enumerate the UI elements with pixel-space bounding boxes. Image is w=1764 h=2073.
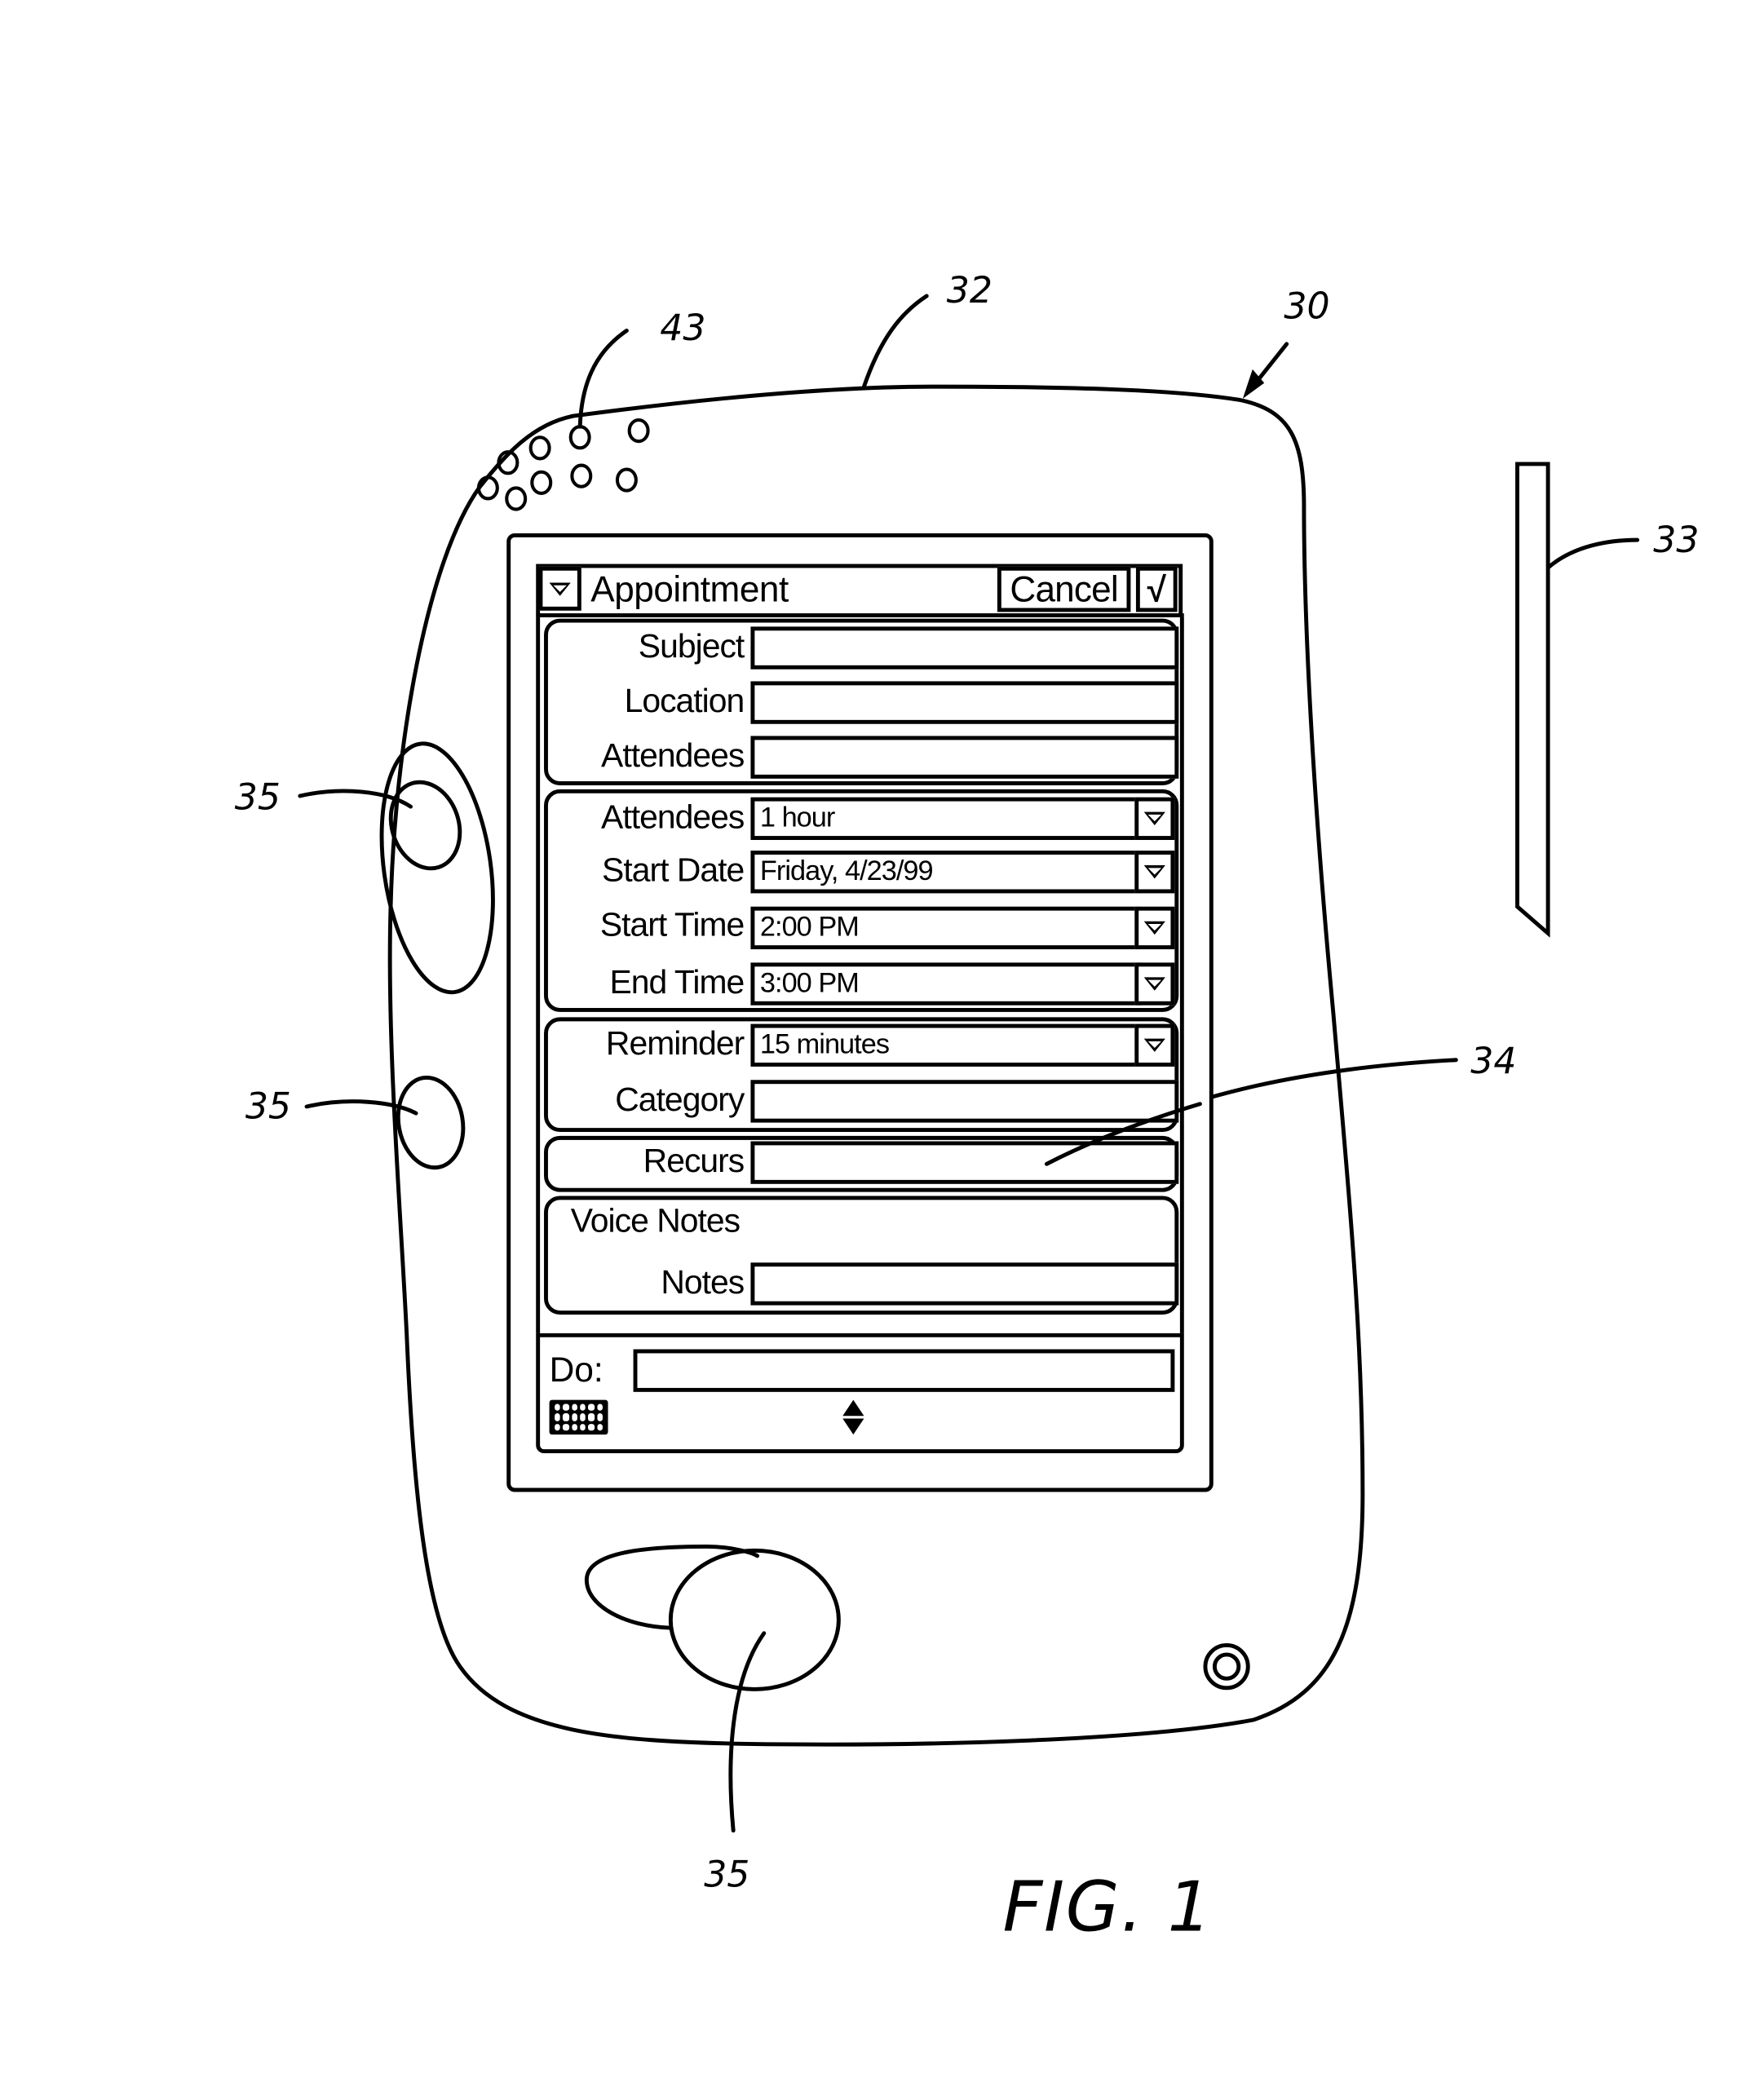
ref-numeral-buttons-middle: 35 [245,1086,291,1129]
window-title: Appointment [590,569,789,610]
leader-32 [861,294,929,389]
duration-dropdown-button[interactable] [1134,797,1175,840]
figure-label: FIG. 1 [1002,1867,1214,1948]
do-label: Do: [549,1349,603,1390]
ref-numeral-buttons-upper: 35 [234,777,281,819]
ref-numeral-stylus: 33 [1653,519,1700,562]
patent-figure: 43 32 30 33 35 35 34 35 FIG. 1 Appointme… [0,0,1764,2073]
keyboard-icon[interactable] [549,1399,608,1435]
reminder-select[interactable]: 15 minutes [750,1023,1142,1067]
reminder-dropdown-button[interactable] [1134,1023,1175,1067]
start-time-dropdown-button[interactable] [1134,906,1175,950]
bottom-round-button [668,1548,841,1691]
ref-numeral-speaker: 43 [660,307,706,350]
speaker-hole [505,486,528,511]
leader-35-bottom [728,1631,767,1833]
indicator-inner-ring [1212,1652,1241,1681]
field-label-location: Location [624,683,745,720]
scroll-down-arrow-icon[interactable] [842,1418,864,1435]
end-time-select[interactable]: 3:00 PM [750,962,1142,1006]
triangle-down-icon [1143,921,1165,935]
speaker-grille [476,418,650,511]
subject-input[interactable] [750,626,1179,670]
field-label-category: Category [615,1081,745,1119]
notes-input[interactable] [750,1262,1179,1306]
speaker-hole [568,425,591,450]
leader-33 [1547,537,1640,569]
field-label-end-time: End Time [609,964,745,1001]
recurs-input[interactable] [750,1141,1179,1184]
speaker-hole [627,418,650,444]
category-input[interactable] [750,1080,1179,1123]
triangle-down-icon [1143,811,1165,826]
end-time-dropdown-button[interactable] [1134,962,1175,1006]
ref-numeral-device: 30 [1284,286,1330,329]
field-label-subject: Subject [638,628,745,665]
scroll-up-down-icon[interactable] [840,1397,867,1437]
start-date-dropdown-button[interactable] [1134,851,1175,894]
field-label-notes: Notes [661,1263,745,1302]
start-time-select[interactable]: 2:00 PM [750,906,1142,950]
ref-numeral-display: 34 [1470,1041,1517,1083]
attendees-input[interactable] [750,736,1179,779]
speaker-hole [530,470,553,495]
ok-checkmark-button[interactable]: √ [1135,566,1178,612]
duration-select[interactable]: 1 hour [750,797,1142,840]
field-label-recurs: Recurs [643,1143,745,1180]
do-command-input[interactable] [633,1349,1175,1392]
location-input[interactable] [750,681,1179,724]
field-label-attendees: Attendees [601,737,745,775]
ref-numeral-buttons-bottom: 35 [704,1854,750,1896]
voice-notes-heading[interactable]: Voice Notes [571,1201,741,1241]
start-date-select[interactable]: Friday, 4/23/99 [750,851,1142,894]
triangle-down-icon [549,581,571,595]
triangle-down-icon [1143,1038,1165,1052]
indicator-outer-ring [1203,1643,1250,1691]
speaker-hole [528,435,551,461]
speaker-hole [570,463,593,488]
stylus [1515,462,1550,938]
field-label-reminder: Reminder [605,1025,745,1063]
field-label-duration: Attendees [601,798,745,837]
ref-numeral-housing: 32 [946,270,993,312]
triangle-down-icon [1143,865,1165,879]
speaker-hole [615,467,638,493]
menu-dropdown-button[interactable] [538,566,581,611]
scroll-up-arrow-icon[interactable] [842,1399,864,1417]
side-button-lower [396,1075,466,1170]
field-label-start-date: Start Date [602,851,745,890]
cancel-button[interactable]: Cancel [997,566,1131,612]
field-label-start-time: Start Time [599,906,745,944]
triangle-down-icon [1143,977,1165,991]
